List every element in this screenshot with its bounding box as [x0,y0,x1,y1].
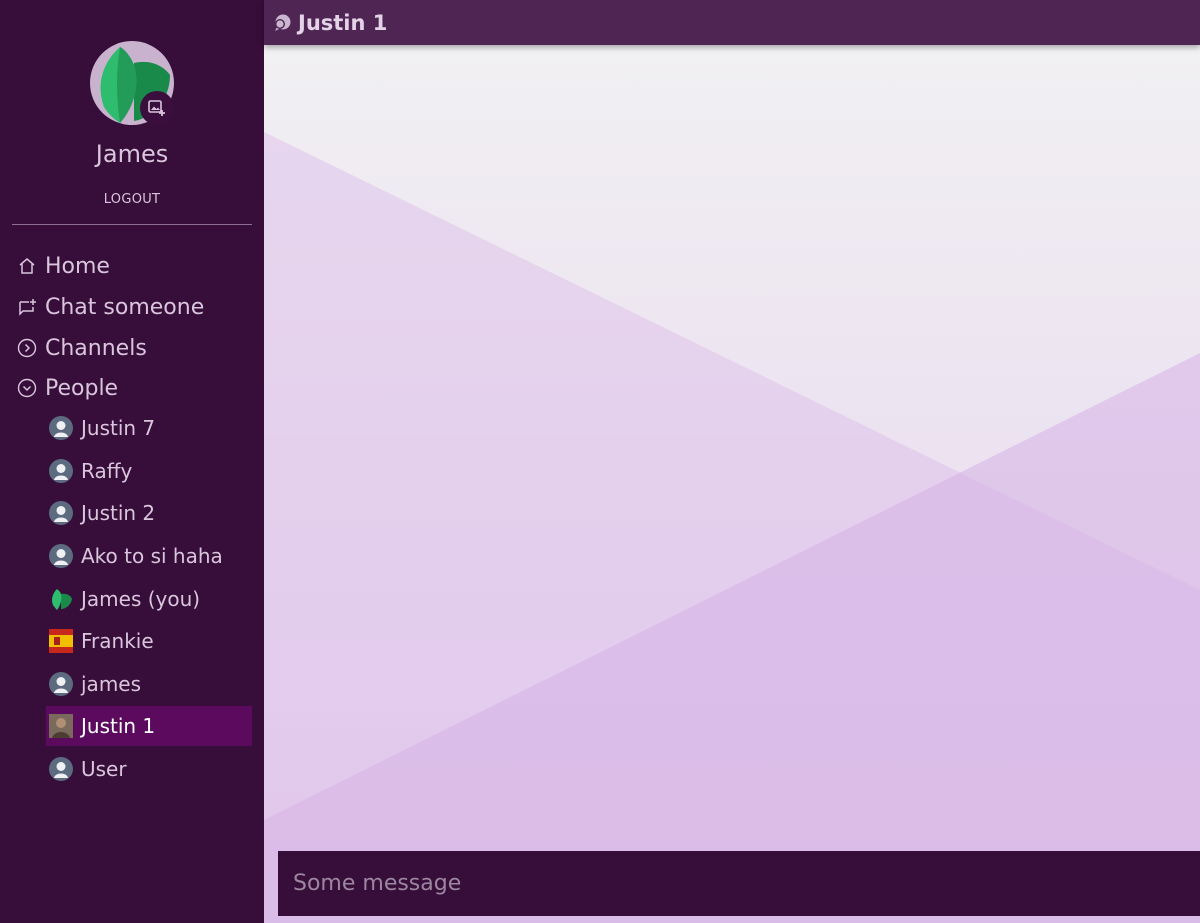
person-name: James (you) [81,587,201,611]
person-name: Raffy [81,459,133,483]
chat-header: Justin 1 [264,0,1200,45]
flag-avatar-icon [49,629,73,653]
nav-home[interactable]: Home [16,249,110,283]
person-name: Ako to si haha [81,544,223,568]
nav-chat-someone-label: Chat someone [45,294,205,320]
person-item-active[interactable]: Justin 1 [46,706,252,746]
default-avatar-icon [49,672,73,696]
person-name: Justin 2 [81,501,156,525]
person-name: Frankie [81,629,154,653]
person-name: Justin 1 [81,714,156,738]
message-input[interactable] [278,851,1200,916]
nav-chat-someone[interactable]: Chat someone [16,290,204,324]
person-item[interactable]: James (you) [46,579,252,619]
default-avatar-icon [49,544,73,568]
default-avatar-icon [49,459,73,483]
person-item[interactable]: Justin 2 [46,493,252,533]
home-icon [16,255,38,277]
nav-channels[interactable]: Channels [16,331,147,365]
person-name: james [81,672,142,696]
logout-button[interactable]: LOGOUT [0,192,264,207]
change-photo-button[interactable] [140,91,174,125]
chevron-down-circle-icon [16,377,38,399]
nav-people[interactable]: People [16,371,118,405]
person-name: User [81,757,127,781]
person-item[interactable]: Raffy [46,451,252,491]
leaf-avatar-icon [49,587,73,611]
message-composer [278,851,1200,916]
new-chat-icon [16,296,38,318]
default-avatar-icon [49,416,73,440]
person-item[interactable]: Ako to si haha [46,536,252,576]
nav-channels-label: Channels [45,335,147,361]
add-image-icon [148,100,165,116]
person-item[interactable]: james [46,664,252,704]
message-area [264,45,1200,923]
chevron-right-circle-icon [16,337,38,359]
photo-avatar-icon [49,714,73,738]
chat-title: Justin 1 [298,10,388,35]
chat-bubble-icon [272,13,292,33]
default-avatar-icon [49,501,73,525]
person-item[interactable]: Justin 7 [46,408,252,448]
person-name: Justin 7 [81,416,156,440]
nav-people-label: People [45,375,119,401]
sidebar: James LOGOUT Home Chat someone Channels … [0,0,264,923]
person-item[interactable]: Frankie [46,621,252,661]
profile-name: James [95,140,169,168]
background-pattern [264,45,1200,923]
nav-home-label: Home [45,253,110,279]
default-avatar-icon [49,757,73,781]
person-item[interactable]: User [46,749,252,789]
sidebar-divider [12,224,252,225]
